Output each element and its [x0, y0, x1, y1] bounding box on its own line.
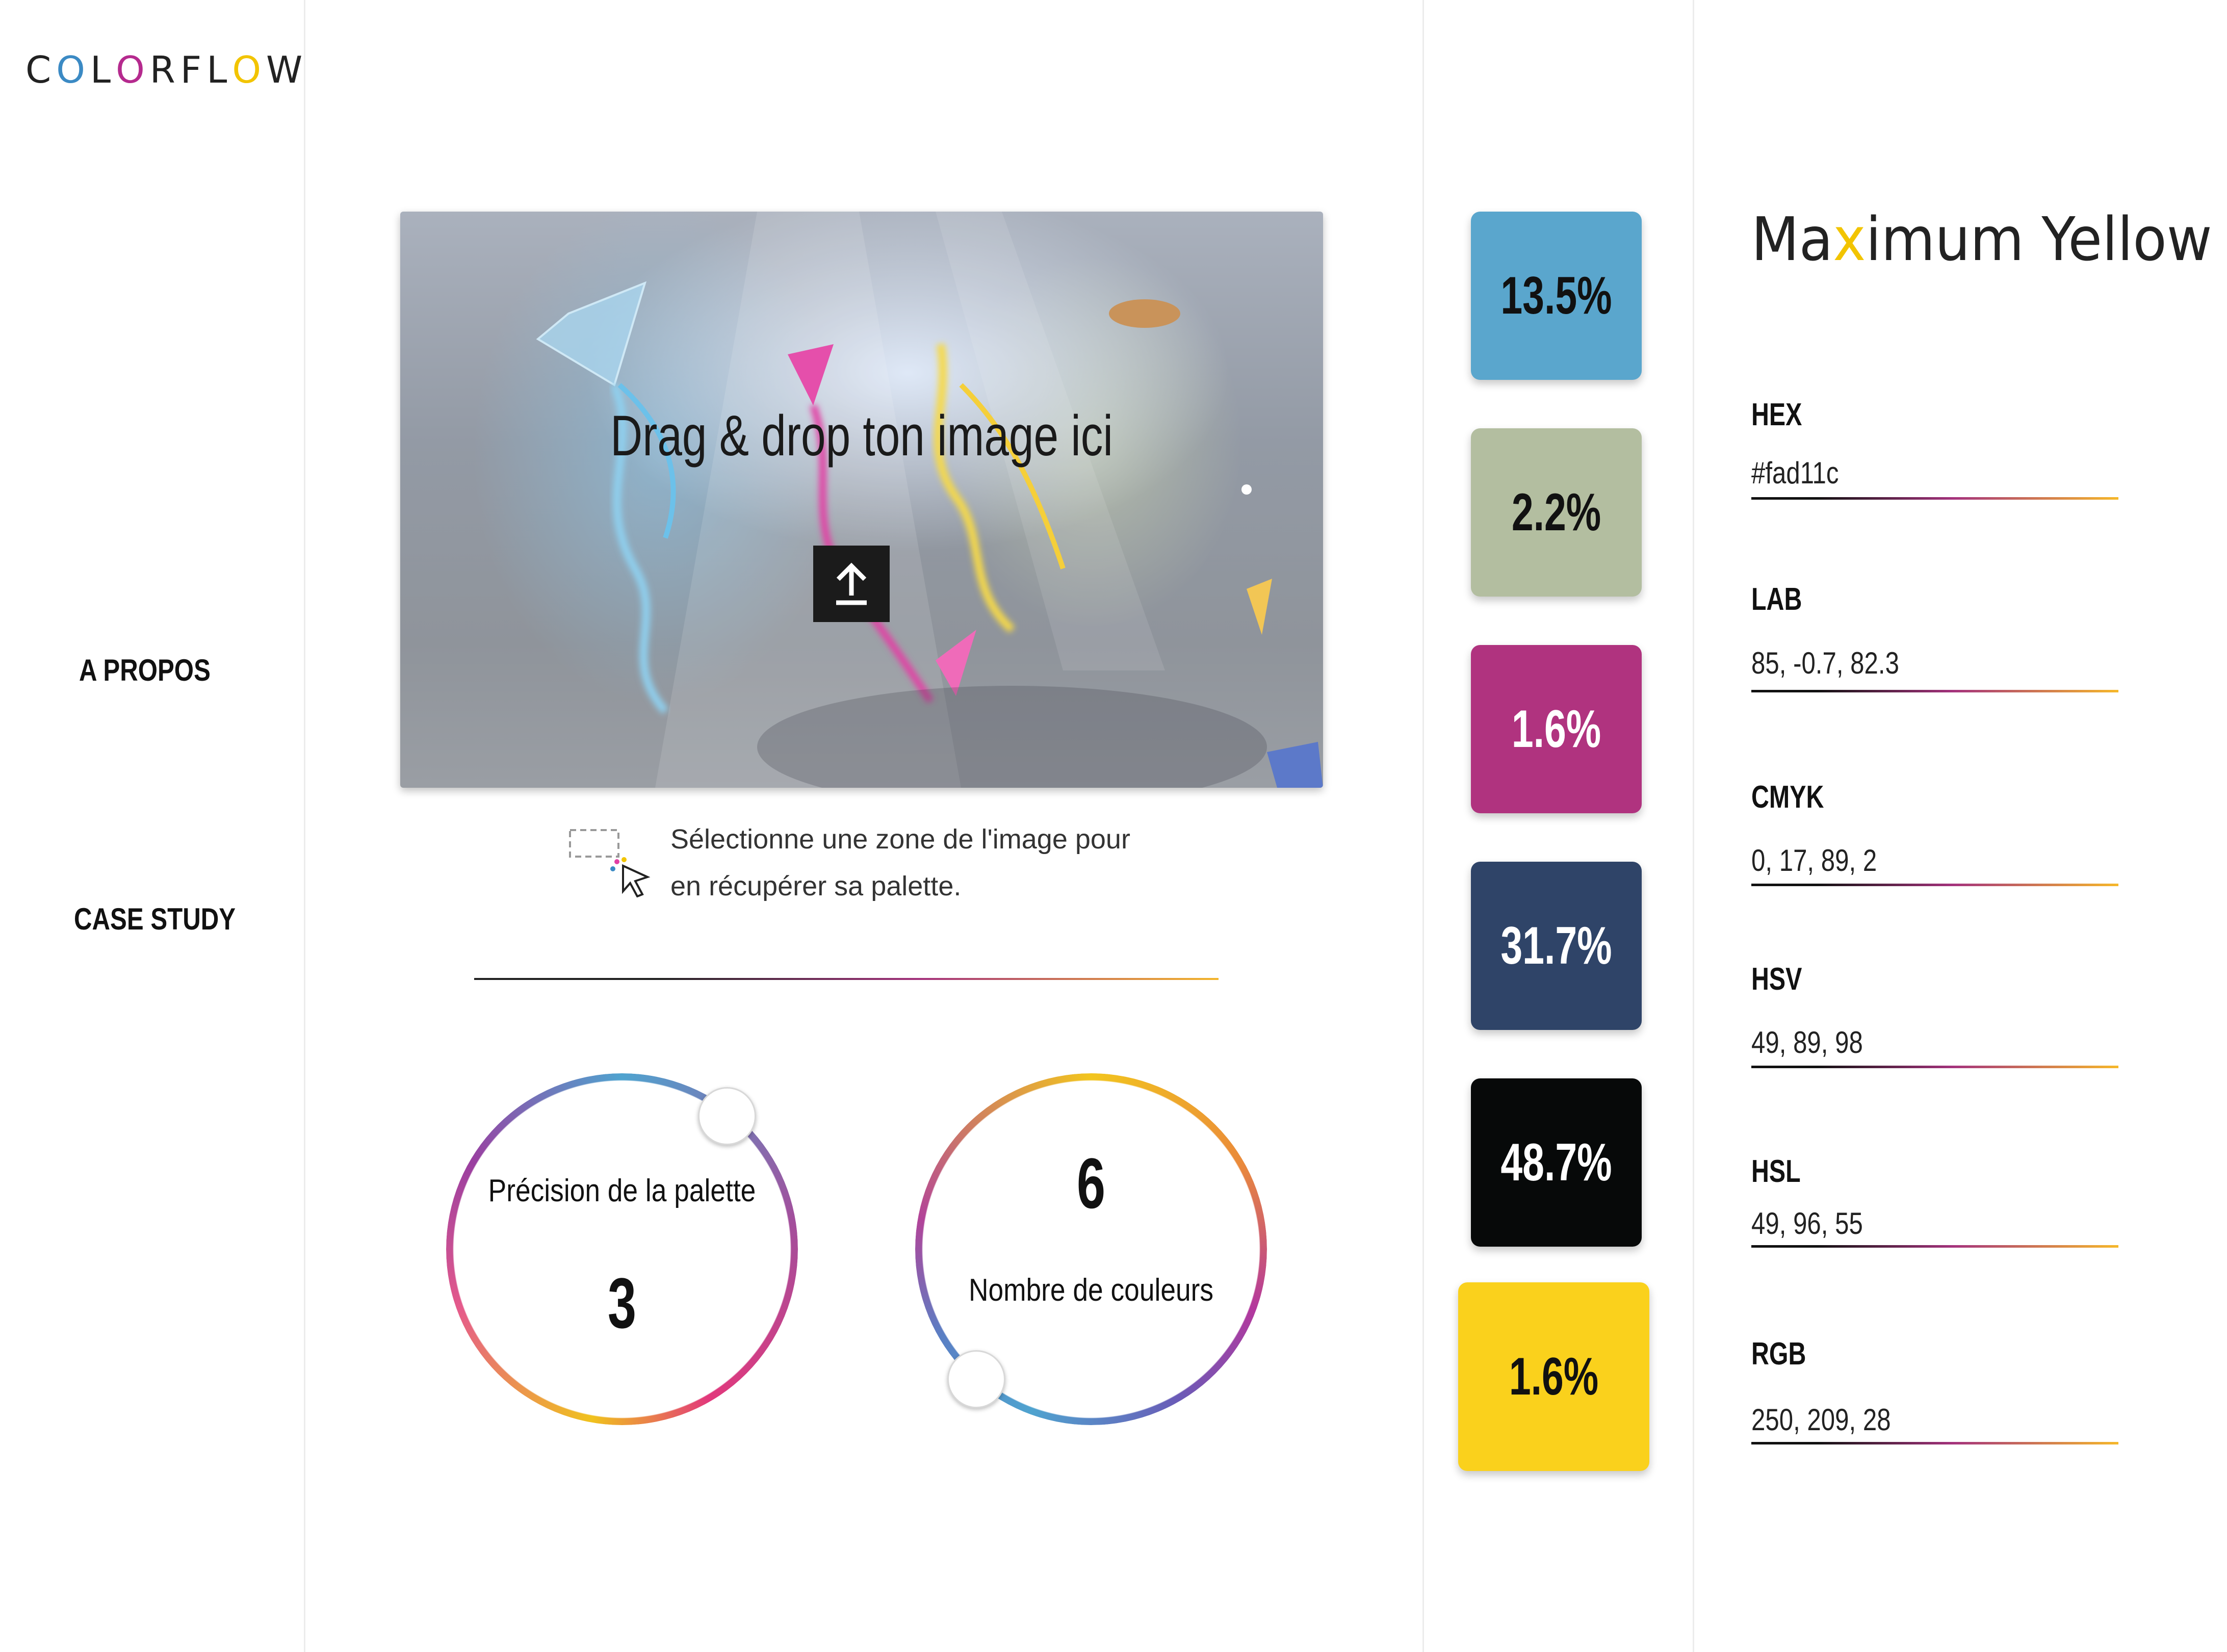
- logo-letter: C: [25, 48, 57, 91]
- hsl-value[interactable]: 49, 96, 55: [1751, 1206, 1863, 1241]
- hint-line-1: Sélectionne une zone de l'image pour: [670, 824, 1130, 855]
- logo-letter: F: [180, 48, 207, 91]
- color-name-prefix: Ma: [1751, 204, 1833, 274]
- swatch-percent: 2.2%: [1511, 482, 1601, 542]
- swatch-percent: 1.6%: [1511, 699, 1601, 759]
- upload-arrow-icon: [836, 562, 867, 605]
- cmyk-label: CMYK: [1751, 780, 1824, 815]
- lab-value[interactable]: 85, -0.7, 82.3: [1751, 646, 1899, 681]
- selection-hint: Sélectionne une zone de l'image pour en …: [670, 816, 1130, 910]
- area-select-icon: [569, 829, 651, 897]
- image-dropzone[interactable]: Drag & drop ton image ici: [400, 212, 1323, 788]
- gradient-divider: [474, 978, 1219, 980]
- nav-about-link[interactable]: A PROPOS: [79, 653, 211, 688]
- hsl-underline: [1751, 1245, 2118, 1248]
- color-count-knob[interactable]: [947, 1350, 1005, 1408]
- swatch-percent: 48.7%: [1500, 1132, 1612, 1192]
- precision-label: Précision de la palette: [488, 1173, 756, 1208]
- cmyk-value[interactable]: 0, 17, 89, 2: [1751, 843, 1877, 878]
- nav-case-study-link[interactable]: CASE STUDY: [74, 901, 236, 937]
- swatch-percent: 1.6%: [1509, 1347, 1599, 1406]
- precision-value: 3: [607, 1263, 637, 1343]
- hex-value[interactable]: #fad11c: [1751, 455, 1838, 491]
- color-name: Maximum Yellow: [1751, 204, 2212, 274]
- swatch-percent: 31.7%: [1500, 916, 1612, 975]
- rgb-label: RGB: [1751, 1336, 1806, 1372]
- palette-swatch[interactable]: 48.7%: [1471, 1078, 1642, 1247]
- palette-swatch[interactable]: 1.6%: [1471, 645, 1642, 813]
- logo-letter: R: [149, 48, 180, 91]
- precision-knob[interactable]: [698, 1087, 756, 1145]
- color-name-accent: x: [1833, 204, 1866, 274]
- swatch-percent: 13.5%: [1500, 266, 1612, 325]
- hint-line-2: en récupérer sa palette.: [670, 871, 962, 901]
- logo-letter: O: [232, 48, 266, 91]
- palette-swatch[interactable]: 31.7%: [1471, 862, 1642, 1030]
- colorflow-logo[interactable]: COLORFLOW: [25, 48, 307, 91]
- hsv-value[interactable]: 49, 89, 98: [1751, 1025, 1863, 1060]
- color-count-value: 6: [1076, 1143, 1106, 1223]
- hex-label: HEX: [1751, 397, 1802, 432]
- cmyk-underline: [1751, 884, 2118, 886]
- dropzone-artwork: [536, 212, 1323, 788]
- rgb-underline: [1751, 1442, 2118, 1444]
- hsl-label: HSL: [1751, 1154, 1801, 1189]
- palette-divider-right: [1693, 0, 1694, 1652]
- palette-divider-left: [1422, 0, 1424, 1652]
- palette-swatch-selected[interactable]: 1.6%: [1458, 1282, 1649, 1471]
- rgb-value[interactable]: 250, 209, 28: [1751, 1402, 1891, 1437]
- lab-underline: [1751, 690, 2118, 692]
- logo-letter: O: [116, 48, 150, 91]
- hex-underline: [1751, 497, 2118, 500]
- lab-label: LAB: [1751, 582, 1802, 617]
- upload-button[interactable]: [813, 546, 890, 622]
- palette-swatch[interactable]: 2.2%: [1471, 428, 1642, 597]
- logo-letter: O: [56, 48, 90, 91]
- hsv-underline: [1751, 1066, 2118, 1068]
- logo-letter: L: [206, 48, 232, 91]
- color-count-label: Nombre de couleurs: [968, 1273, 1214, 1308]
- color-name-suffix: imum Yellow: [1866, 204, 2212, 274]
- logo-letter: W: [266, 48, 308, 91]
- logo-letter: L: [90, 48, 116, 91]
- hsv-label: HSV: [1751, 962, 1802, 997]
- dropzone-title: Drag & drop ton image ici: [610, 404, 1113, 468]
- sidebar-divider: [304, 0, 305, 1652]
- palette-swatch[interactable]: 13.5%: [1471, 212, 1642, 380]
